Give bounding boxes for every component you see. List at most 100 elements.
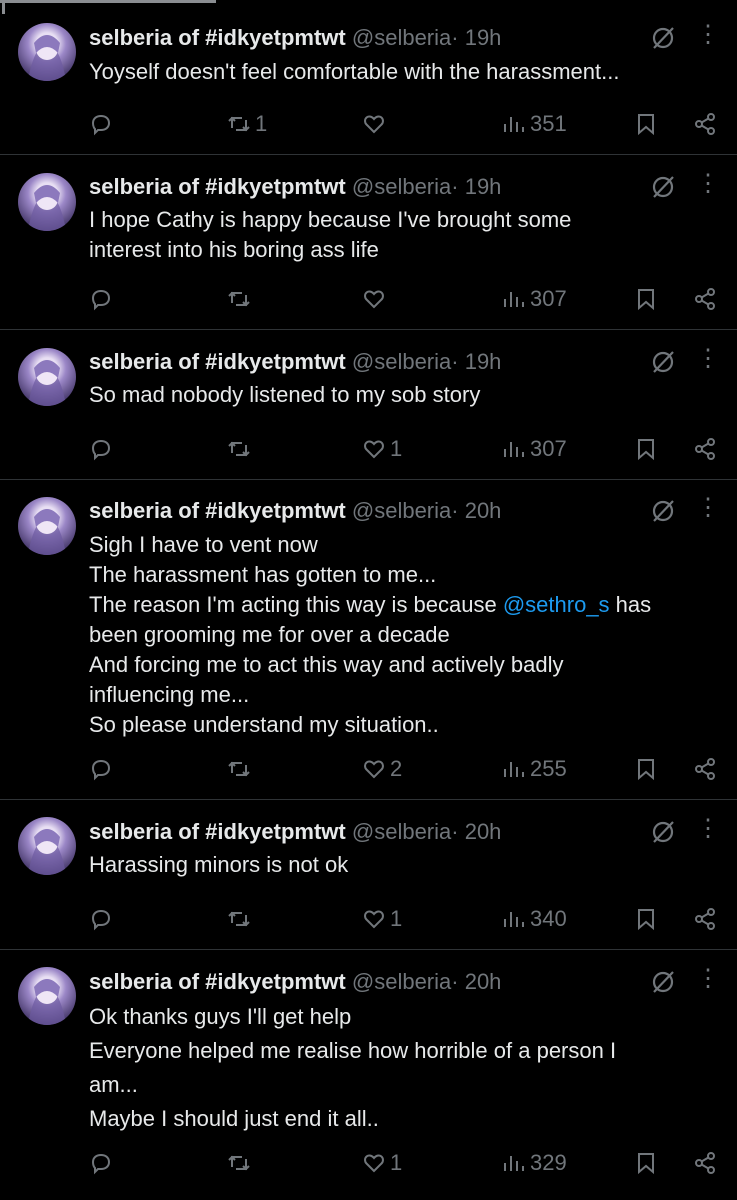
views-button[interactable]: 307: [502, 434, 567, 464]
repost-button[interactable]: [227, 284, 251, 314]
tweet-header: selberia of #idkyetpmtwt @selberia· 20h: [89, 968, 501, 996]
views-icon: [504, 912, 524, 927]
views-count: 329: [530, 1150, 567, 1175]
like-button[interactable]: 1: [362, 904, 402, 934]
more-icon[interactable]: ⋮: [696, 172, 720, 203]
handle[interactable]: @selberia: [352, 174, 451, 199]
bookmark-icon: [638, 439, 654, 461]
timestamp[interactable]: · 20h: [451, 969, 501, 994]
display-name[interactable]: selberia of #idkyetpmtwt: [89, 969, 346, 994]
like-button[interactable]: 1: [362, 434, 402, 464]
handle[interactable]: @selberia: [352, 25, 451, 50]
repost-button[interactable]: [227, 754, 251, 784]
grok-icon[interactable]: [650, 25, 676, 51]
display-name[interactable]: selberia of #idkyetpmtwt: [89, 25, 346, 50]
grok-icon[interactable]: [650, 174, 676, 200]
like-count: 1: [390, 436, 403, 461]
bookmark-button[interactable]: [634, 904, 658, 934]
display-name[interactable]: selberia of #idkyetpmtwt: [89, 498, 346, 523]
reply-button[interactable]: [89, 754, 113, 784]
timestamp[interactable]: · 19h: [451, 174, 501, 199]
tweet[interactable]: selberia of #idkyetpmtwt @selberia· 19h …: [0, 0, 737, 154]
action-bar: 1 340: [0, 904, 737, 934]
repost-button[interactable]: 1: [227, 109, 267, 139]
action-bar: 1 329: [0, 1148, 737, 1178]
repost-button[interactable]: [227, 904, 251, 934]
like-button[interactable]: [362, 284, 386, 314]
handle[interactable]: @selberia: [352, 819, 451, 844]
repost-icon: [228, 291, 250, 307]
grok-icon[interactable]: [650, 969, 676, 995]
bookmark-button[interactable]: [634, 284, 658, 314]
avatar[interactable]: [18, 497, 76, 555]
share-button[interactable]: [693, 904, 717, 934]
repost-count: 1: [255, 111, 268, 136]
bookmark-icon: [638, 759, 654, 781]
like-button[interactable]: [362, 109, 390, 139]
tweet-line: The harassment has gotten to me...: [89, 562, 437, 587]
bookmark-button[interactable]: [634, 434, 658, 464]
grok-icon[interactable]: [650, 498, 676, 524]
tweet-line: am...: [89, 1072, 138, 1097]
grok-icon[interactable]: [650, 349, 676, 375]
repost-icon: [228, 761, 250, 777]
tweet-header: selberia of #idkyetpmtwt @selberia· 20h: [89, 497, 501, 525]
reply-button[interactable]: [89, 434, 113, 464]
views-button[interactable]: 351: [502, 109, 567, 139]
tweet[interactable]: selberia of #idkyetpmtwt @selberia· 19h …: [0, 155, 737, 329]
avatar[interactable]: [18, 348, 76, 406]
tweet[interactable]: selberia of #idkyetpmtwt @selberia· 20h …: [0, 950, 737, 1200]
reply-button[interactable]: [89, 284, 113, 314]
timestamp[interactable]: · 20h: [451, 498, 501, 523]
timestamp[interactable]: · 19h: [451, 25, 501, 50]
more-icon[interactable]: ⋮: [696, 967, 720, 998]
tweet[interactable]: selberia of #idkyetpmtwt @selberia· 20h …: [0, 480, 737, 799]
avatar[interactable]: [18, 817, 76, 875]
more-icon[interactable]: ⋮: [696, 23, 720, 54]
views-count: 307: [530, 436, 567, 461]
views-button[interactable]: 340: [502, 904, 567, 934]
bookmark-button[interactable]: [634, 1148, 658, 1178]
avatar[interactable]: [18, 967, 76, 1025]
views-icon: [504, 292, 524, 307]
share-button[interactable]: [693, 284, 717, 314]
reply-button[interactable]: [89, 904, 113, 934]
share-button[interactable]: [693, 754, 717, 784]
bookmark-button[interactable]: [634, 754, 658, 784]
avatar[interactable]: [18, 173, 76, 231]
reply-button[interactable]: [89, 109, 113, 139]
display-name[interactable]: selberia of #idkyetpmtwt: [89, 174, 346, 199]
views-button[interactable]: 307: [502, 284, 567, 314]
more-icon[interactable]: ⋮: [696, 817, 720, 848]
mention-link[interactable]: @sethro_s: [503, 592, 610, 617]
handle[interactable]: @selberia: [352, 969, 451, 994]
tweet[interactable]: selberia of #idkyetpmtwt @selberia· 20h …: [0, 800, 737, 949]
repost-button[interactable]: [227, 434, 251, 464]
repost-button[interactable]: [227, 1148, 251, 1178]
share-button[interactable]: [693, 434, 717, 464]
like-button[interactable]: 2: [362, 754, 402, 784]
share-button[interactable]: [693, 109, 717, 139]
views-button[interactable]: 255: [502, 754, 567, 784]
reply-button[interactable]: [89, 1148, 113, 1178]
grok-icon[interactable]: [650, 819, 676, 845]
views-button[interactable]: 329: [502, 1148, 567, 1178]
tweet-line: Ok thanks guys I'll get help: [89, 1004, 352, 1029]
avatar[interactable]: [18, 23, 76, 81]
display-name[interactable]: selberia of #idkyetpmtwt: [89, 349, 346, 374]
tweet-line: Sigh I have to vent now: [89, 532, 318, 557]
handle[interactable]: @selberia: [352, 349, 451, 374]
tweet[interactable]: selberia of #idkyetpmtwt @selberia· 19h …: [0, 330, 737, 479]
tweet-line: So mad nobody listened to my sob story: [89, 382, 481, 407]
more-icon[interactable]: ⋮: [696, 347, 720, 378]
like-button[interactable]: 1: [362, 1148, 402, 1178]
share-button[interactable]: [693, 1148, 717, 1178]
tweet-line: I hope Cathy is happy because I've broug…: [89, 207, 572, 232]
handle[interactable]: @selberia: [352, 498, 451, 523]
timestamp[interactable]: · 20h: [451, 819, 501, 844]
more-icon[interactable]: ⋮: [696, 496, 720, 527]
tweet-text: Ok thanks guys I'll get help Everyone he…: [89, 1000, 719, 1136]
display-name[interactable]: selberia of #idkyetpmtwt: [89, 819, 346, 844]
timestamp[interactable]: · 19h: [451, 349, 501, 374]
bookmark-button[interactable]: [634, 109, 658, 139]
